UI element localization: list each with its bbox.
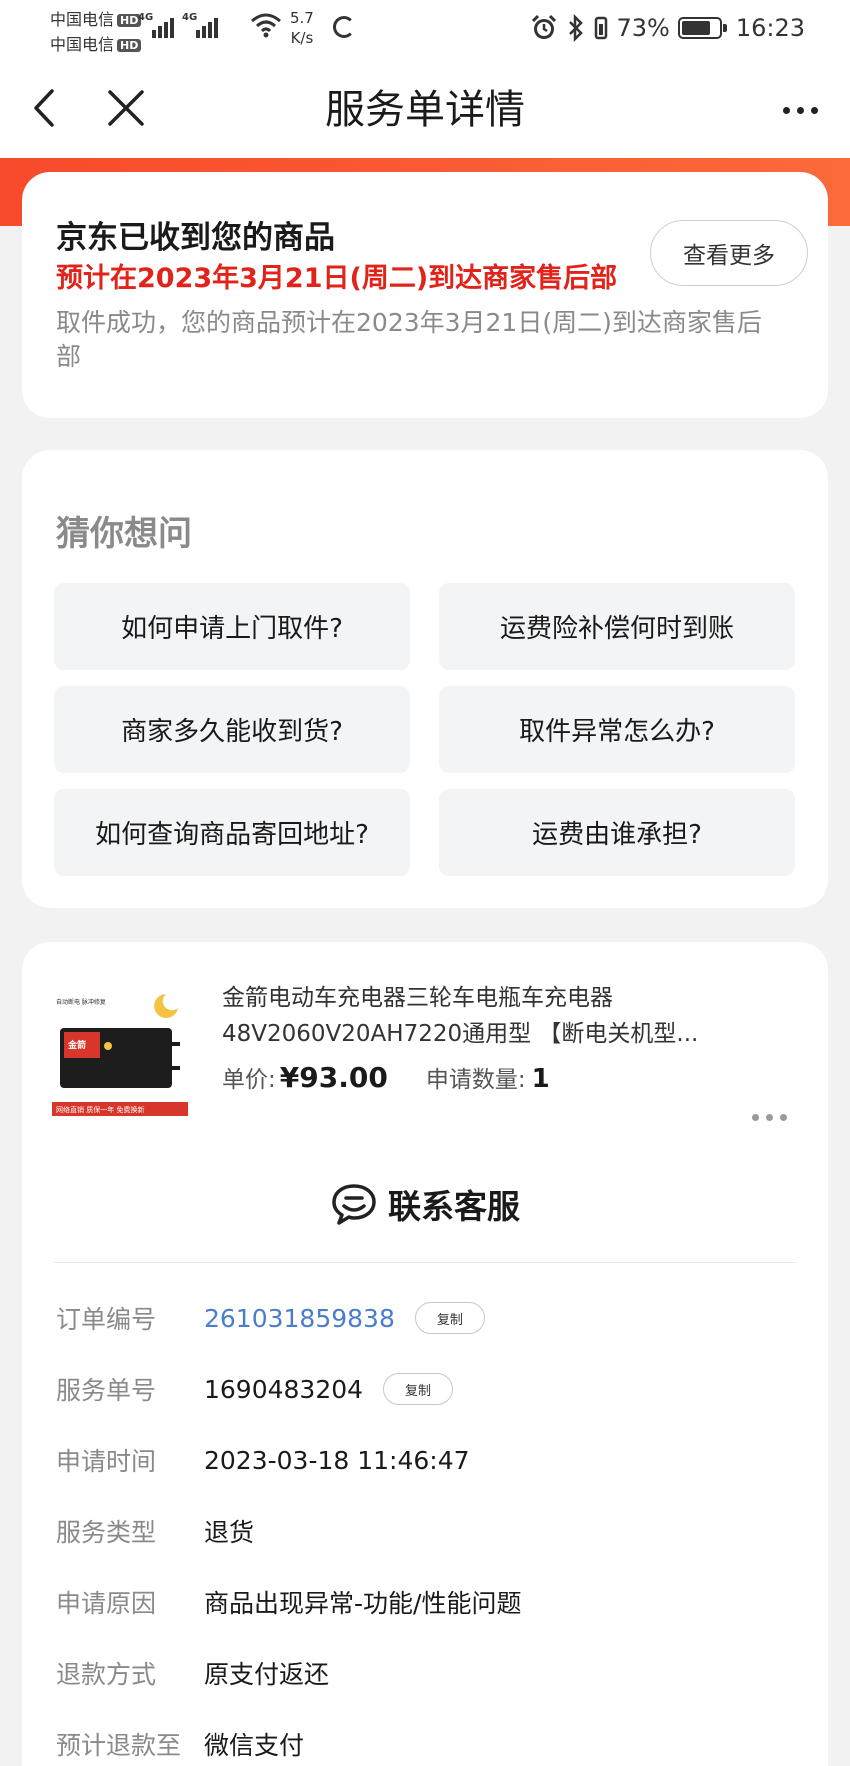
price-value: ¥93.00 (279, 1061, 388, 1094)
order-number-link[interactable]: 261031859838 (204, 1304, 395, 1333)
product-name[interactable]: 金箭电动车充电器三轮车电瓶车充电器48V2060V20AH7220通用型 【断电… (222, 980, 782, 1052)
faq-item[interactable]: 如何查询商品寄回地址? (54, 789, 410, 876)
carrier-2: 中国电信 HD (50, 31, 142, 55)
service-status-card: 京东已收到您的商品 预计在2023年3月21日(周二)到达商家售后部 取件成功，… (22, 172, 828, 418)
more-button[interactable] (772, 88, 828, 132)
carrier-1: 中国电信 HD (50, 6, 142, 30)
copy-order-number-button[interactable]: 复制 (414, 1302, 485, 1334)
info-label: 服务类型 (56, 1518, 157, 1547)
faq-heading: 猜你想问 (56, 514, 192, 554)
status-description: 取件成功，您的商品预计在2023年3月21日(周二)到达商家售后部 (56, 308, 762, 371)
more-dot-icon (796, 106, 804, 114)
customer-service-icon (332, 1184, 376, 1225)
price-label: 单价: (222, 1067, 276, 1093)
clock: 16:23 (735, 14, 805, 42)
net-speed: 5.7 K/s (290, 9, 314, 47)
info-label: 申请原因 (56, 1589, 157, 1618)
divider (54, 1262, 796, 1263)
service-type-row: 服务类型 退货 (56, 1511, 254, 1551)
status-eta: 预计在2023年3月21日(周二)到达商家售后部 (56, 263, 618, 294)
info-value: 微信支付 (204, 1731, 305, 1760)
svg-text:金箭: 金箭 (67, 1039, 86, 1051)
faq-grid: 如何申请上门取件? 运费险补偿何时到账 商家多久能收到货? 取件异常怎么办? 如… (54, 583, 798, 876)
more-dot-icon (780, 1114, 787, 1121)
page-title: 服务单详情 (325, 87, 525, 133)
quantity-label: 申请数量: (425, 1067, 526, 1093)
bluetooth-icon (569, 14, 584, 42)
status-right: 73% 16:23 (530, 10, 805, 46)
more-dot-icon (766, 1114, 773, 1121)
info-value: 商品出现异常-功能/性能问题 (204, 1589, 522, 1618)
faq-item[interactable]: 如何申请上门取件? (54, 583, 410, 670)
info-value: 退货 (204, 1518, 255, 1547)
moon-icon (154, 994, 178, 1018)
contact-service-button[interactable]: 联系客服 (22, 1180, 828, 1228)
view-more-button[interactable]: 查看更多 (650, 220, 808, 286)
hd-badge: HD (117, 39, 142, 52)
more-dot-icon (752, 1114, 759, 1121)
info-label: 预计退款至 (56, 1731, 182, 1760)
product-image[interactable]: 自动断电 脉冲修复 金箭 网络直销 质保一年 免费换新 (50, 982, 190, 1122)
faq-card: 猜你想问 如何申请上门取件? 运费险补偿何时到账 商家多久能收到货? 取件异常怎… (22, 450, 828, 908)
apply-time-row: 申请时间 2023-03-18 11:46:47 (56, 1440, 470, 1480)
info-value: 2023-03-18 11:46:47 (204, 1445, 470, 1475)
battery-percent: 73% (616, 14, 670, 42)
apply-reason-row: 申请原因 商品出现异常-功能/性能问题 (56, 1582, 521, 1622)
info-label: 服务单号 (56, 1376, 157, 1405)
faq-item[interactable]: 商家多久能收到货? (54, 686, 410, 773)
vibrate-battery-icon (595, 16, 608, 40)
svg-text:网络直销 质保一年 免费换新: 网络直销 质保一年 免费换新 (56, 1105, 144, 1114)
faq-item[interactable]: 取件异常怎么办? (439, 686, 795, 773)
order-number-row: 订单编号 261031859838 复制 (56, 1298, 485, 1338)
more-dot-icon (810, 106, 818, 114)
status-bar: 中国电信 HD 中国电信 HD 4G 4G 5.7 K/s 73% 16:23 (0, 0, 850, 58)
order-detail-card: 自动断电 脉冲修复 金箭 网络直销 质保一年 免费换新 金箭电动车充电器三轮车电… (22, 942, 828, 1766)
copy-service-number-button[interactable]: 复制 (383, 1373, 454, 1405)
contact-label: 联系客服 (388, 1187, 520, 1226)
product-more-button[interactable] (752, 1114, 787, 1121)
refund-method-row: 退款方式 原支付返还 (56, 1653, 329, 1693)
refund-destination-row: 预计退款至 微信支付 (56, 1724, 304, 1764)
faq-item[interactable]: 运费险补偿何时到账 (439, 583, 795, 670)
info-label: 退款方式 (56, 1660, 157, 1689)
info-value: 原支付返还 (204, 1660, 330, 1689)
info-label: 订单编号 (56, 1305, 157, 1334)
quantity-value: 1 (531, 1064, 550, 1094)
battery-icon (677, 17, 727, 39)
svg-text:自动断电 脉冲修复: 自动断电 脉冲修复 (56, 998, 106, 1006)
wifi-icon (251, 13, 281, 38)
loading-icon (333, 16, 355, 38)
more-dot-icon (782, 106, 790, 114)
status-title: 京东已收到您的商品 (56, 220, 335, 256)
info-label: 申请时间 (56, 1447, 157, 1476)
product-price-row: 单价: ¥93.00 申请数量: 1 (222, 1060, 550, 1094)
nav-bar: 服务单详情 (0, 58, 850, 158)
service-number-row: 服务单号 1690483204 复制 (56, 1369, 454, 1409)
faq-item[interactable]: 运费由谁承担? (439, 789, 795, 876)
service-number-value: 1690483204 (204, 1374, 364, 1404)
alarm-icon (532, 14, 557, 39)
